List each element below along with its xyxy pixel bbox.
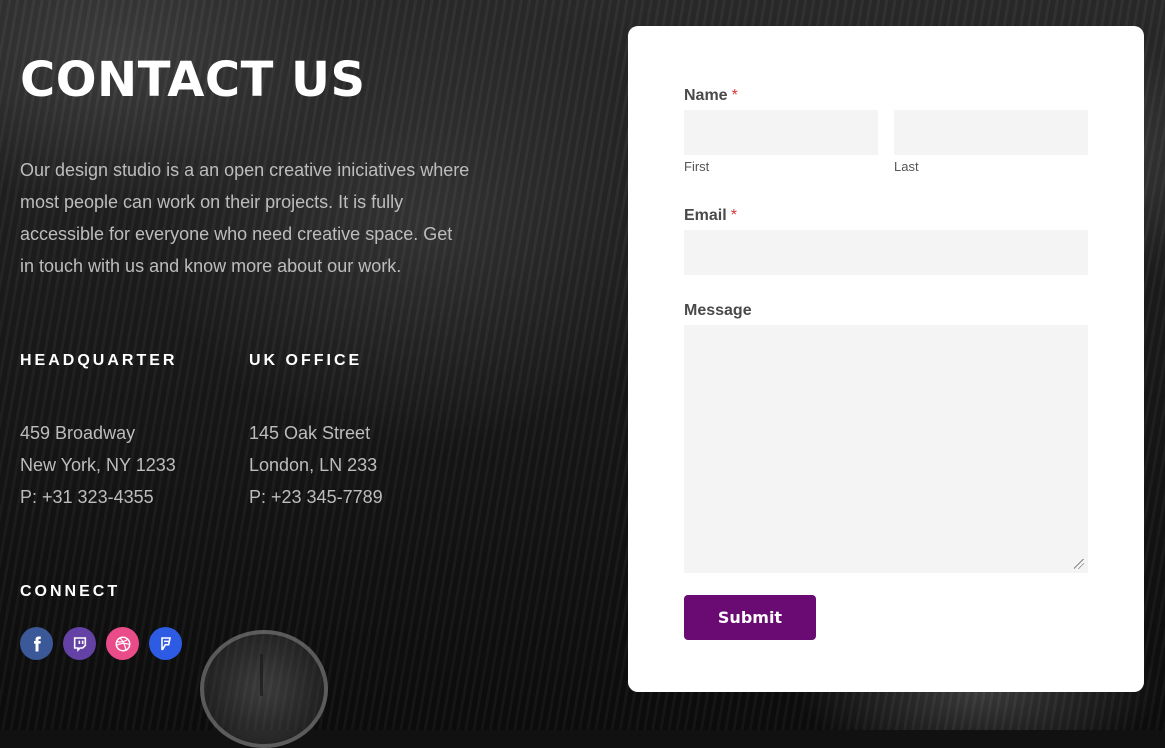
message-label: Message	[684, 302, 752, 319]
foursquare-icon	[160, 636, 171, 650]
name-label: Name *	[684, 87, 738, 105]
hq-city: New York, NY 1233	[20, 455, 176, 475]
twitch-icon	[73, 636, 86, 652]
last-sublabel: Last	[894, 159, 919, 174]
uk-city: London, LN 233	[249, 455, 378, 475]
hq-heading: HEADQUARTER	[20, 352, 178, 369]
uk-street: 145 Oak Street	[249, 423, 371, 443]
name-label-text: Name	[684, 87, 728, 104]
page-title: CONTACT US	[20, 52, 366, 108]
message-textarea[interactable]	[684, 325, 1088, 573]
email-label-text: Email	[684, 207, 727, 224]
resize-handle-icon[interactable]	[1074, 559, 1084, 569]
facebook-link[interactable]	[20, 627, 53, 660]
foursquare-link[interactable]	[149, 627, 182, 660]
uk-phone: P: +23 345-7789	[249, 487, 383, 507]
facebook-icon	[33, 636, 41, 651]
first-name-input[interactable]	[684, 110, 878, 155]
hq-street: 459 Broadway	[20, 423, 136, 443]
contact-form: Name * First Last Email * Message Submit	[628, 26, 1144, 692]
email-input[interactable]	[684, 230, 1088, 275]
twitch-link[interactable]	[63, 627, 96, 660]
first-sublabel: First	[684, 159, 710, 174]
dribbble-link[interactable]	[106, 627, 139, 660]
social-links	[20, 627, 182, 660]
last-name-input[interactable]	[894, 110, 1088, 155]
required-mark: *	[730, 207, 737, 224]
connect-heading: CONNECT	[20, 583, 121, 600]
uk-address: 145 Oak Street London, LN 233 P: +23 345…	[249, 417, 383, 513]
hq-phone: P: +31 323-4355	[20, 487, 154, 507]
hq-address: 459 Broadway New York, NY 1233 P: +31 32…	[20, 417, 176, 513]
contact-info-panel: CONTACT US Our design studio is a an ope…	[0, 0, 610, 730]
intro-text: Our design studio is a an open creative …	[20, 160, 470, 276]
required-mark: *	[731, 87, 738, 104]
email-label: Email *	[684, 207, 737, 225]
dribbble-icon	[115, 636, 130, 651]
message-field-wrapper	[684, 325, 1088, 573]
submit-button[interactable]: Submit	[684, 595, 816, 640]
uk-heading: UK OFFICE	[249, 352, 363, 369]
